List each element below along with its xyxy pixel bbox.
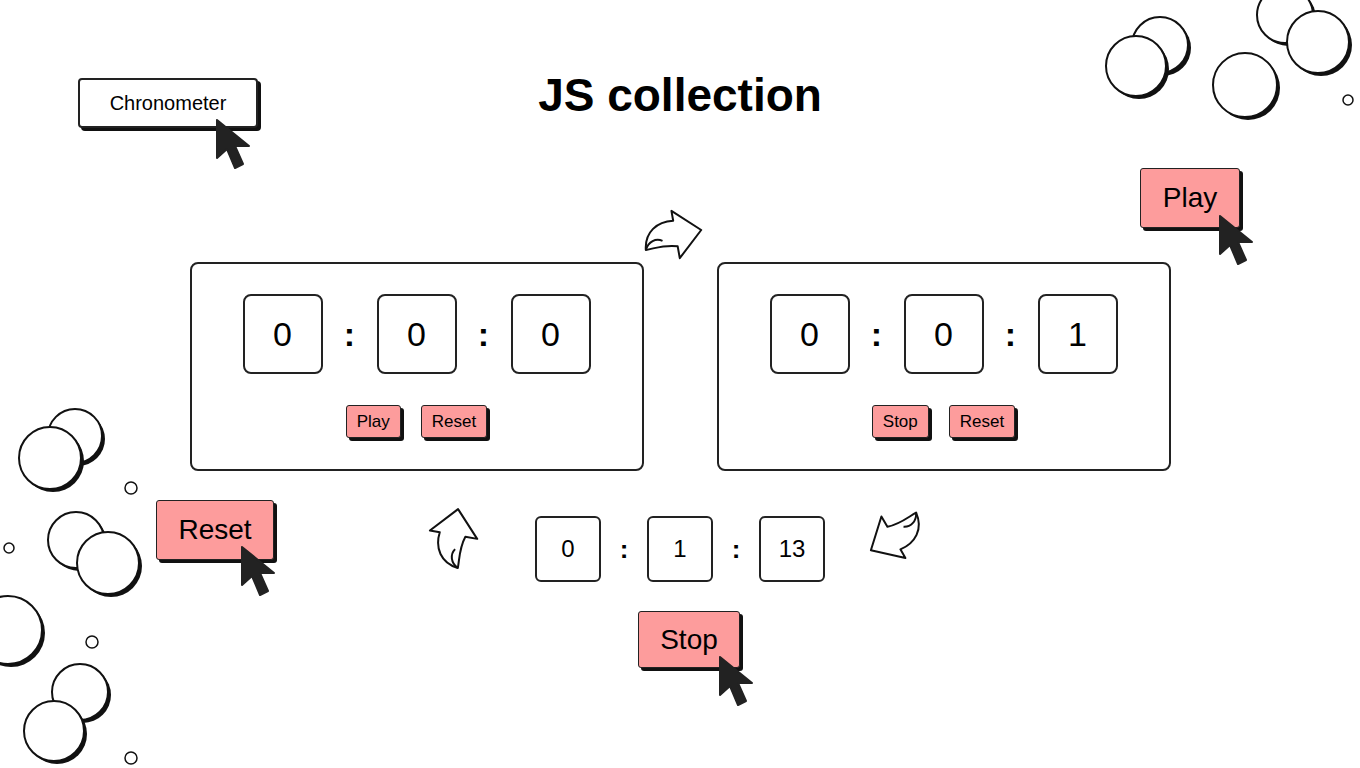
- chronometer-panel: 0:0:0PlayReset: [190, 262, 644, 471]
- digit-box: 0: [377, 294, 457, 374]
- clock: 0:0:0: [243, 294, 591, 374]
- digit-box: 13: [759, 516, 825, 582]
- curved-arrow-icon: [858, 502, 932, 566]
- page: JS collection0:0:0PlayReset0:0:1StopRese…: [0, 0, 1360, 768]
- chronometer-panel: 0:0:1StopReset: [717, 262, 1171, 471]
- cursor-icon: [240, 545, 284, 599]
- separator: :: [323, 309, 377, 360]
- floating-button[interactable]: Reset: [156, 500, 274, 560]
- panel-buttons: Stop Reset: [872, 405, 1015, 438]
- digit-box: 0: [904, 294, 984, 374]
- panel-button[interactable]: Reset: [421, 405, 487, 438]
- separator: :: [984, 309, 1038, 360]
- panel-button[interactable]: Stop: [872, 405, 929, 438]
- digit-box: 1: [1038, 294, 1118, 374]
- floating-button[interactable]: Stop: [638, 611, 740, 668]
- digit-box: 0: [770, 294, 850, 374]
- panel-button[interactable]: Play: [346, 405, 401, 438]
- digit-box: 0: [535, 516, 601, 582]
- clock: 0:1:13: [535, 516, 825, 582]
- digit-box: 1: [647, 516, 713, 582]
- cursor-icon: [1218, 214, 1262, 268]
- digit-box: 0: [511, 294, 591, 374]
- bottom-timer: 0:1:13: [535, 516, 825, 582]
- panel-buttons: Play Reset: [346, 405, 488, 438]
- separator: :: [713, 530, 759, 569]
- digit-box: 0: [243, 294, 323, 374]
- panels-row: 0:0:0PlayReset0:0:1StopReset: [190, 262, 1171, 471]
- separator: :: [601, 530, 647, 569]
- curved-arrow-icon: [418, 506, 492, 570]
- cursor-icon: [215, 118, 259, 172]
- chronometer-button[interactable]: Chronometer: [78, 78, 258, 128]
- separator: :: [457, 309, 511, 360]
- panel-button[interactable]: Reset: [949, 405, 1015, 438]
- separator: :: [850, 309, 904, 360]
- curved-arrow-icon: [636, 205, 710, 269]
- clock: 0:0:1: [770, 294, 1118, 374]
- title: JS collection: [538, 66, 822, 124]
- cursor-icon: [718, 655, 762, 709]
